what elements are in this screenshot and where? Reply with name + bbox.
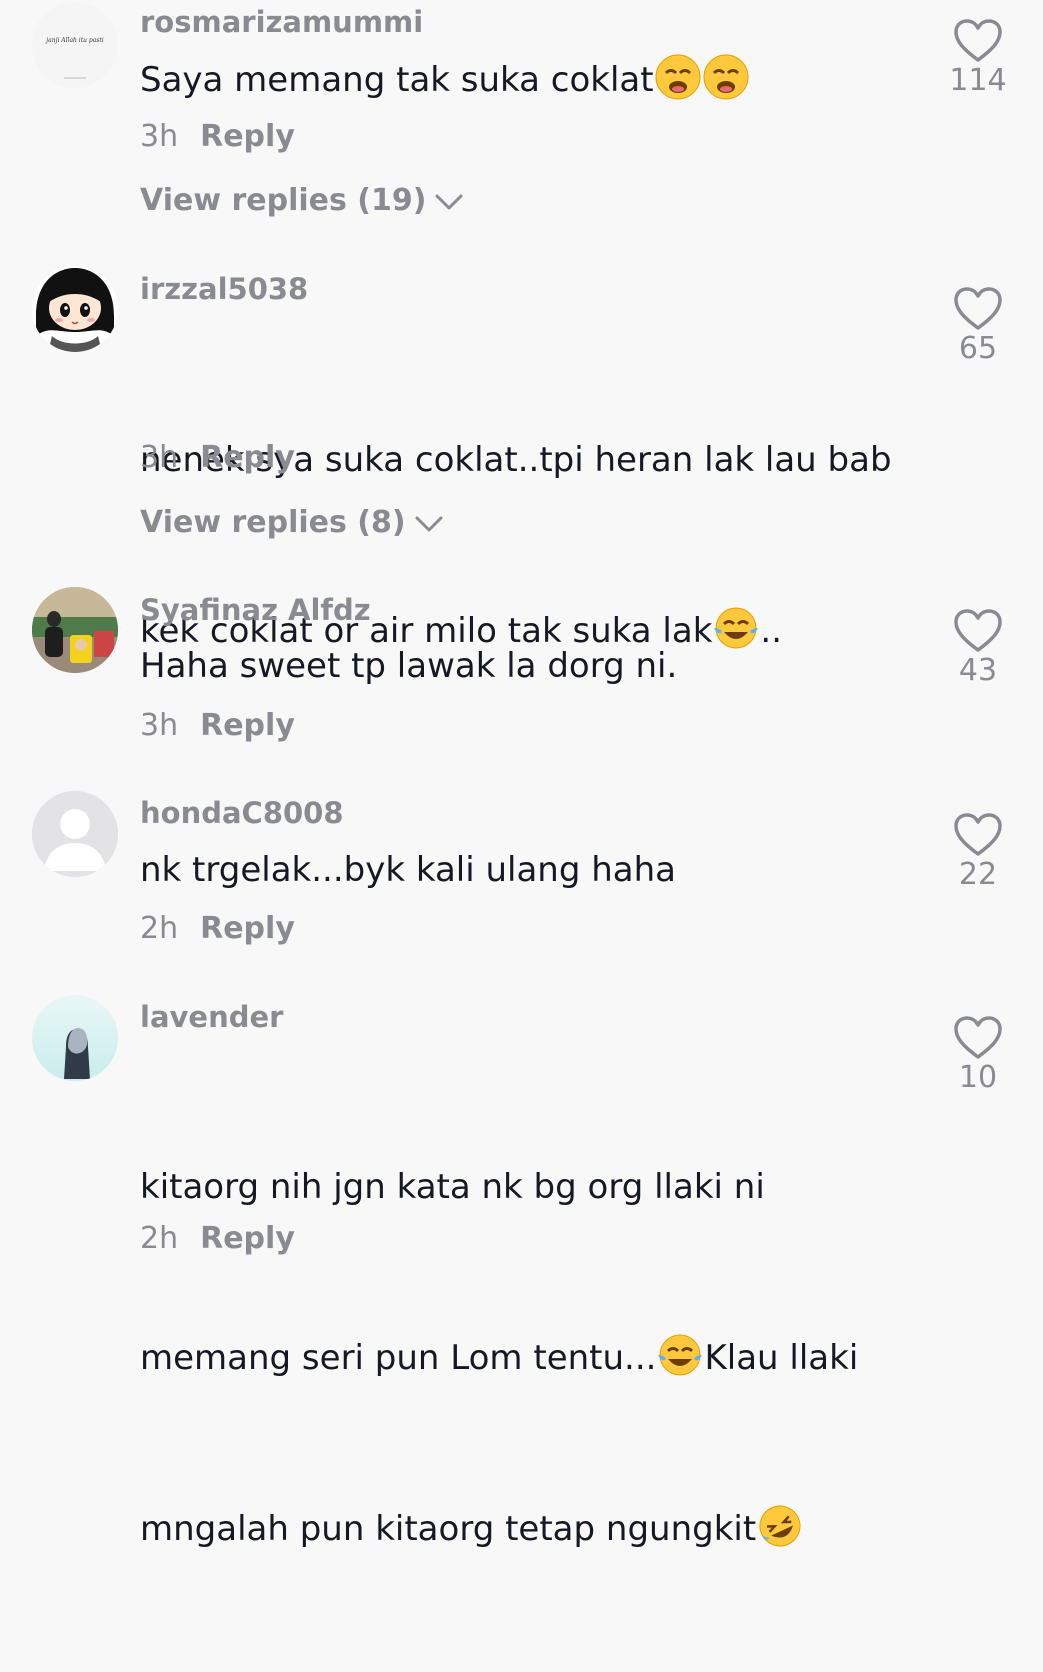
reply-button[interactable]: Reply: [200, 440, 295, 475]
view-replies-button[interactable]: View replies (19): [140, 186, 464, 216]
comment-text: kitaorg nih jgn kata nk bg org llaki ni …: [140, 1045, 920, 1672]
comment-meta: 3h Reply: [140, 443, 295, 473]
weary-face-emoji: [655, 54, 701, 100]
comment-text: Haha sweet tp lawak la dorg ni.: [140, 646, 678, 686]
avatar-image: janji Allah itu pasti: [32, 2, 118, 88]
avatar-image: [32, 587, 118, 673]
like-count: 65: [958, 331, 998, 366]
like-count: 114: [949, 63, 1007, 98]
comment-text-line: mngalah pun kitaorg tetap ngungkit: [140, 1501, 920, 1558]
reply-button[interactable]: Reply: [200, 911, 295, 946]
avatar[interactable]: [32, 791, 118, 877]
like-button[interactable]: 22: [946, 812, 1010, 890]
heart-icon: [954, 19, 1002, 62]
like-button[interactable]: 65: [946, 286, 1010, 364]
comment-time: 3h: [140, 708, 179, 743]
chevron-down-icon: [415, 516, 443, 531]
chevron-down-icon: [435, 194, 463, 209]
avatar[interactable]: [32, 995, 118, 1081]
comment-time: 3h: [140, 119, 179, 154]
comment-username[interactable]: rosmarizamummi: [140, 8, 423, 37]
heart-icon: [954, 813, 1002, 856]
avatar[interactable]: [32, 266, 118, 352]
comment-text-segment: mngalah pun kitaorg tetap ngungkit: [140, 1509, 757, 1549]
heart-icon: [954, 609, 1002, 652]
comment-text-line: memang seri pun Lom tentu... Klau llaki: [140, 1330, 920, 1387]
comment-meta: 2h Reply: [140, 1224, 295, 1254]
like-button[interactable]: 10: [946, 1015, 1010, 1093]
avatar[interactable]: [32, 587, 118, 673]
tears-of-joy-emoji: [658, 1334, 703, 1376]
avatar[interactable]: janji Allah itu pasti: [32, 2, 118, 88]
reply-button[interactable]: Reply: [200, 119, 295, 154]
comment-text-segment: Saya memang tak suka coklat: [140, 60, 654, 100]
like-count: 10: [958, 1060, 998, 1095]
comment-text-line: kitaorg nih jgn kata nk bg org llaki ni: [140, 1167, 765, 1207]
comment-text: nk trgelak...byk kali ulang haha: [140, 850, 677, 890]
comment-username[interactable]: Syafinaz Alfdz: [140, 596, 371, 625]
view-replies-label: View replies (19): [140, 183, 427, 218]
weary-face-emoji: [703, 54, 749, 100]
comment-text-segment: memang seri pun Lom tentu...: [140, 1338, 657, 1378]
heart-icon: [954, 287, 1002, 330]
comment-username[interactable]: irzzal5038: [140, 275, 308, 304]
view-replies-label: View replies (8): [140, 505, 406, 540]
avatar-caption: janji Allah itu pasti: [44, 37, 104, 44]
comment-meta: 3h Reply: [140, 122, 295, 152]
avatar-image: [32, 995, 118, 1081]
reply-button[interactable]: Reply: [200, 708, 295, 743]
comment-time: 2h: [140, 911, 179, 946]
like-count: 22: [958, 857, 998, 892]
comment-meta: 2h Reply: [140, 914, 295, 944]
rolling-on-floor-laughing-emoji: [759, 1505, 801, 1547]
heart-icon: [954, 1016, 1002, 1059]
comment-text: nenek sya suka coklat..tpi heran lak lau…: [140, 318, 920, 774]
comment-text: Saya memang tak suka coklat: [140, 52, 920, 109]
like-button[interactable]: 114: [946, 18, 1010, 96]
comment-username[interactable]: hondaC8008: [140, 799, 344, 828]
comment-username[interactable]: lavender: [140, 1003, 283, 1032]
comment-meta: 3h Reply: [140, 711, 295, 741]
default-avatar-icon: [32, 791, 118, 877]
like-button[interactable]: 43: [946, 608, 1010, 686]
comment-text-segment: Klau llaki: [704, 1338, 859, 1378]
avatar-image: [32, 266, 118, 352]
view-replies-button[interactable]: View replies (8): [140, 508, 444, 538]
comment-time: 3h: [140, 440, 179, 475]
like-count: 43: [958, 653, 998, 688]
comment-time: 2h: [140, 1221, 179, 1256]
reply-button[interactable]: Reply: [200, 1221, 295, 1256]
